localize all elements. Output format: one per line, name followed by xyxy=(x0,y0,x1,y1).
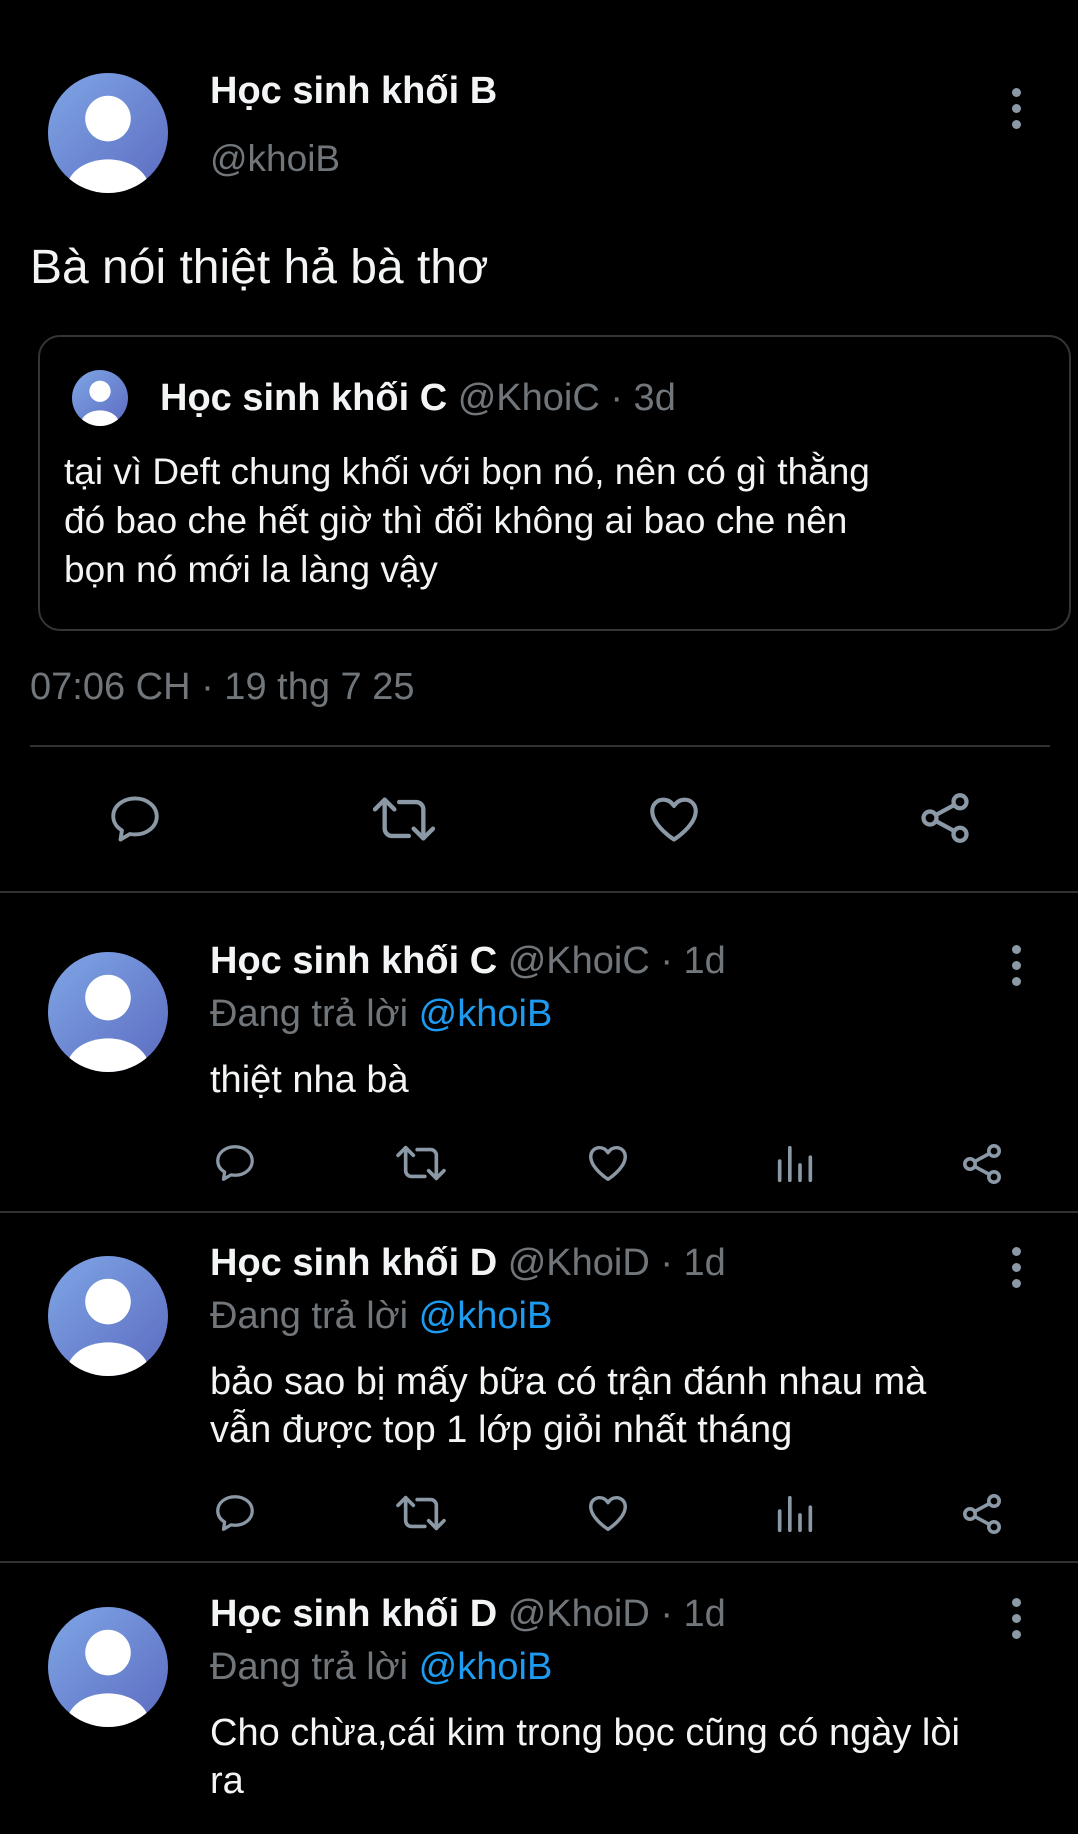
reply-actions xyxy=(0,1490,1078,1536)
reply-header: Học sinh khối D @KhoiD · 1d xyxy=(210,1593,726,1636)
quoted-header: Học sinh khối C @KhoiC · 3d xyxy=(160,377,676,420)
quoted-author-handle: @KhoiC xyxy=(457,377,600,419)
tweet-text: Bà nói thiệt hả bà thơ xyxy=(30,241,489,294)
share-icon[interactable] xyxy=(958,1140,1006,1188)
replying-to-link[interactable]: @khoiB xyxy=(419,993,553,1035)
reply-avatar[interactable] xyxy=(48,952,168,1072)
reply-author-name[interactable]: Học sinh khối C xyxy=(210,940,497,982)
quoted-author-avatar xyxy=(72,370,128,426)
reply-handle-age: @KhoiD · 1d xyxy=(507,1593,726,1635)
default-avatar-icon xyxy=(80,380,120,426)
reply-text-line: ra xyxy=(210,1760,244,1802)
reply-actions xyxy=(0,1140,1078,1186)
reply-text-line: Cho chừa,cái kim trong bọc cũng có ngày … xyxy=(210,1712,960,1754)
bar-chart-icon[interactable] xyxy=(772,1140,818,1186)
replying-prefix: Đang trả lời xyxy=(210,1295,409,1337)
divider xyxy=(0,891,1078,893)
divider xyxy=(0,1211,1078,1213)
reply-handle-age: @KhoiD · 1d xyxy=(507,1242,726,1284)
more-options-icon[interactable] xyxy=(1010,1598,1022,1639)
quoted-text-line: bọn nó mới la làng vậy xyxy=(64,549,438,590)
quoted-text-line: tại vì Deft chung khối với bọn nó, nên c… xyxy=(64,451,870,492)
share-icon[interactable] xyxy=(958,1490,1006,1538)
reply-author-name[interactable]: Học sinh khối D xyxy=(210,1242,497,1284)
author-handle[interactable]: @khoiB xyxy=(210,138,340,180)
heart-icon[interactable] xyxy=(584,1140,632,1186)
author-name[interactable]: Học sinh khối B xyxy=(210,70,497,113)
quoted-author-name: Học sinh khối C xyxy=(160,377,448,419)
reply-icon[interactable] xyxy=(212,1490,258,1536)
quoted-text: tại vì Deft chung khối với bọn nó, nên c… xyxy=(64,447,870,594)
default-avatar-icon xyxy=(67,974,149,1072)
reply-author-name[interactable]: Học sinh khối D xyxy=(210,1593,497,1635)
reply-header: Học sinh khối D @KhoiD · 1d xyxy=(210,1242,726,1285)
replying-to: Đang trả lời @khoiB xyxy=(210,1646,552,1689)
default-avatar-icon xyxy=(67,1629,149,1727)
retweet-icon[interactable] xyxy=(394,1490,448,1536)
reply-avatar[interactable] xyxy=(48,1256,168,1376)
replying-prefix: Đang trả lời xyxy=(210,993,409,1035)
heart-icon[interactable] xyxy=(584,1490,632,1536)
more-options-icon[interactable] xyxy=(1010,1247,1022,1288)
reply-handle-age: @KhoiC · 1d xyxy=(507,940,726,982)
reply-text-line: bảo sao bị mấy bữa có trận đánh nhau mà xyxy=(210,1361,927,1403)
more-options-icon[interactable] xyxy=(1010,88,1022,129)
reply-text: Cho chừa,cái kim trong bọc cũng có ngày … xyxy=(210,1709,960,1805)
author-avatar[interactable] xyxy=(48,73,168,193)
quoted-age: · 3d xyxy=(610,377,676,419)
replying-to-link[interactable]: @khoiB xyxy=(419,1295,553,1337)
divider xyxy=(0,1561,1078,1563)
reply-text-line: vẫn được top 1 lớp giỏi nhất tháng xyxy=(210,1409,793,1451)
replying-prefix: Đang trả lời xyxy=(210,1646,409,1688)
retweet-icon[interactable] xyxy=(370,790,438,848)
bar-chart-icon[interactable] xyxy=(772,1490,818,1536)
replying-to: Đang trả lời @khoiB xyxy=(210,1295,552,1338)
reply-text: bảo sao bị mấy bữa có trận đánh nhau mà … xyxy=(210,1358,926,1454)
default-avatar-icon xyxy=(67,1278,149,1376)
reply-text: thiệt nha bà xyxy=(210,1056,409,1104)
replying-to-link[interactable]: @khoiB xyxy=(419,1646,553,1688)
reply-header: Học sinh khối C @KhoiC · 1d xyxy=(210,940,726,983)
quoted-tweet-card[interactable]: Học sinh khối C @KhoiC · 3d tại vì Deft … xyxy=(38,335,1071,631)
divider xyxy=(30,745,1050,747)
retweet-icon[interactable] xyxy=(394,1140,448,1186)
replying-to: Đang trả lời @khoiB xyxy=(210,993,552,1036)
default-avatar-icon xyxy=(67,95,149,193)
tweet-timestamp[interactable]: 07:06 CH · 19 thg 7 25 xyxy=(30,666,414,709)
reply-text-line: thiệt nha bà xyxy=(210,1059,409,1101)
quoted-text-line: đó bao che hết giờ thì đổi không ai bao … xyxy=(64,500,848,541)
share-icon[interactable] xyxy=(915,788,975,848)
more-options-icon[interactable] xyxy=(1010,945,1022,986)
heart-icon[interactable] xyxy=(644,790,704,848)
reply-avatar[interactable] xyxy=(48,1607,168,1727)
reply-icon[interactable] xyxy=(212,1140,258,1186)
reply-icon[interactable] xyxy=(106,790,164,848)
